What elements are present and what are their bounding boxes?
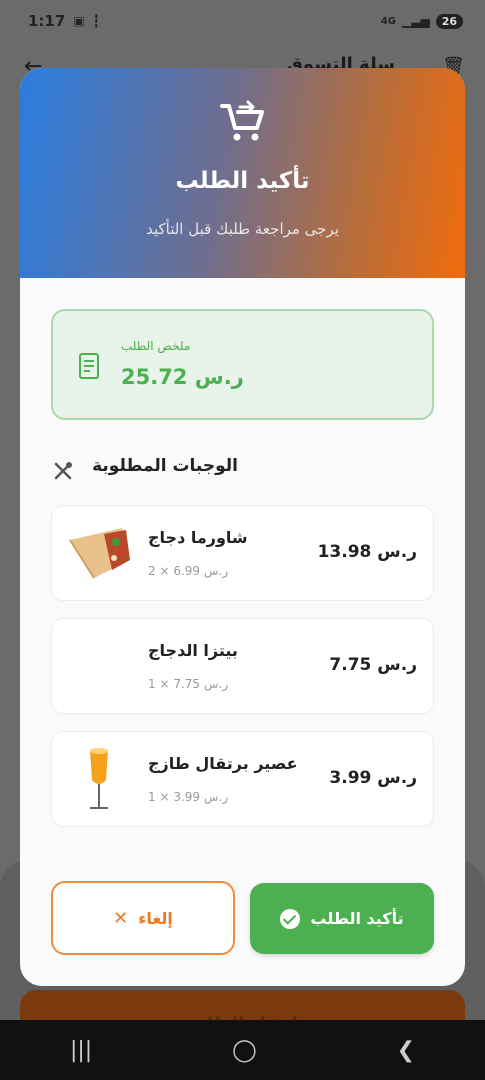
system-nav-bar: ||| ◯ ❮: [0, 1020, 485, 1080]
close-icon: ✕: [113, 907, 129, 929]
cancel-button-label: إلغاء: [138, 908, 173, 928]
item-name: بيتزا الدجاج: [148, 641, 238, 660]
home-icon[interactable]: ◯: [232, 1038, 257, 1063]
order-summary-card: ملخص الطلب 25.72 ر.س: [51, 309, 434, 420]
cancel-button[interactable]: ✕ إلغاء: [51, 881, 235, 955]
shawarma-image: [69, 528, 130, 579]
item-name: شاورما دجاج: [148, 528, 248, 547]
item-price: 3.99 ر.س: [329, 768, 417, 788]
order-item: شاورما دجاج 2 × 6.99 ر.س 13.98 ر.س: [51, 505, 434, 601]
item-quantity: 2 × 6.99 ر.س: [148, 564, 229, 578]
confirm-order-button[interactable]: تأكيد الطلب: [250, 883, 434, 954]
battery-level: 26: [435, 13, 463, 29]
screenshot-icon: ▣: [73, 14, 85, 28]
status-time: 1:17: [28, 12, 66, 30]
ordered-meals-title: الوجبات المطلوبة: [92, 456, 238, 476]
order-item: بيتزا الدجاج 1 × 7.75 ر.س 7.75 ر.س: [51, 618, 434, 714]
cell-signal-icon: ▁▃▅: [402, 14, 430, 28]
orange-juice-image: [90, 748, 108, 809]
utensils-icon: [54, 462, 72, 480]
item-price: 7.75 ر.س: [329, 655, 417, 675]
summary-label: ملخص الطلب: [121, 339, 191, 353]
item-price: 13.98 ر.س: [317, 542, 417, 562]
dialog-header: تأكيد الطلب يرجى مراجعة طلبك قبل التأكيد: [20, 68, 465, 278]
back-icon[interactable]: ❮: [397, 1038, 415, 1063]
item-name: عصير برتقال طازج: [148, 754, 298, 773]
recent-apps-icon[interactable]: |||: [70, 1038, 92, 1063]
item-quantity: 1 × 3.99 ر.س: [148, 790, 229, 804]
item-quantity: 1 × 7.75 ر.س: [148, 677, 229, 691]
signal-bars-icon: ┇: [92, 14, 100, 28]
confirm-button-label: تأكيد الطلب: [310, 909, 404, 928]
order-item: عصير برتقال طازج 1 × 3.99 ر.س 3.99 ر.س: [51, 731, 434, 827]
dialog-title: تأكيد الطلب: [175, 168, 310, 194]
check-circle-icon: [280, 908, 301, 929]
summary-total: 25.72 ر.س: [121, 365, 244, 389]
network-type: 4G: [380, 15, 396, 27]
receipt-icon: [79, 353, 99, 379]
cart-arrow-icon: [219, 100, 264, 141]
status-bar: 1:17 ▣ ┇ 4G ▁▃▅ 26: [0, 0, 485, 42]
dialog-subtitle: يرجى مراجعة طلبك قبل التأكيد: [146, 220, 339, 238]
confirm-order-dialog: تأكيد الطلب يرجى مراجعة طلبك قبل التأكيد…: [20, 68, 465, 986]
